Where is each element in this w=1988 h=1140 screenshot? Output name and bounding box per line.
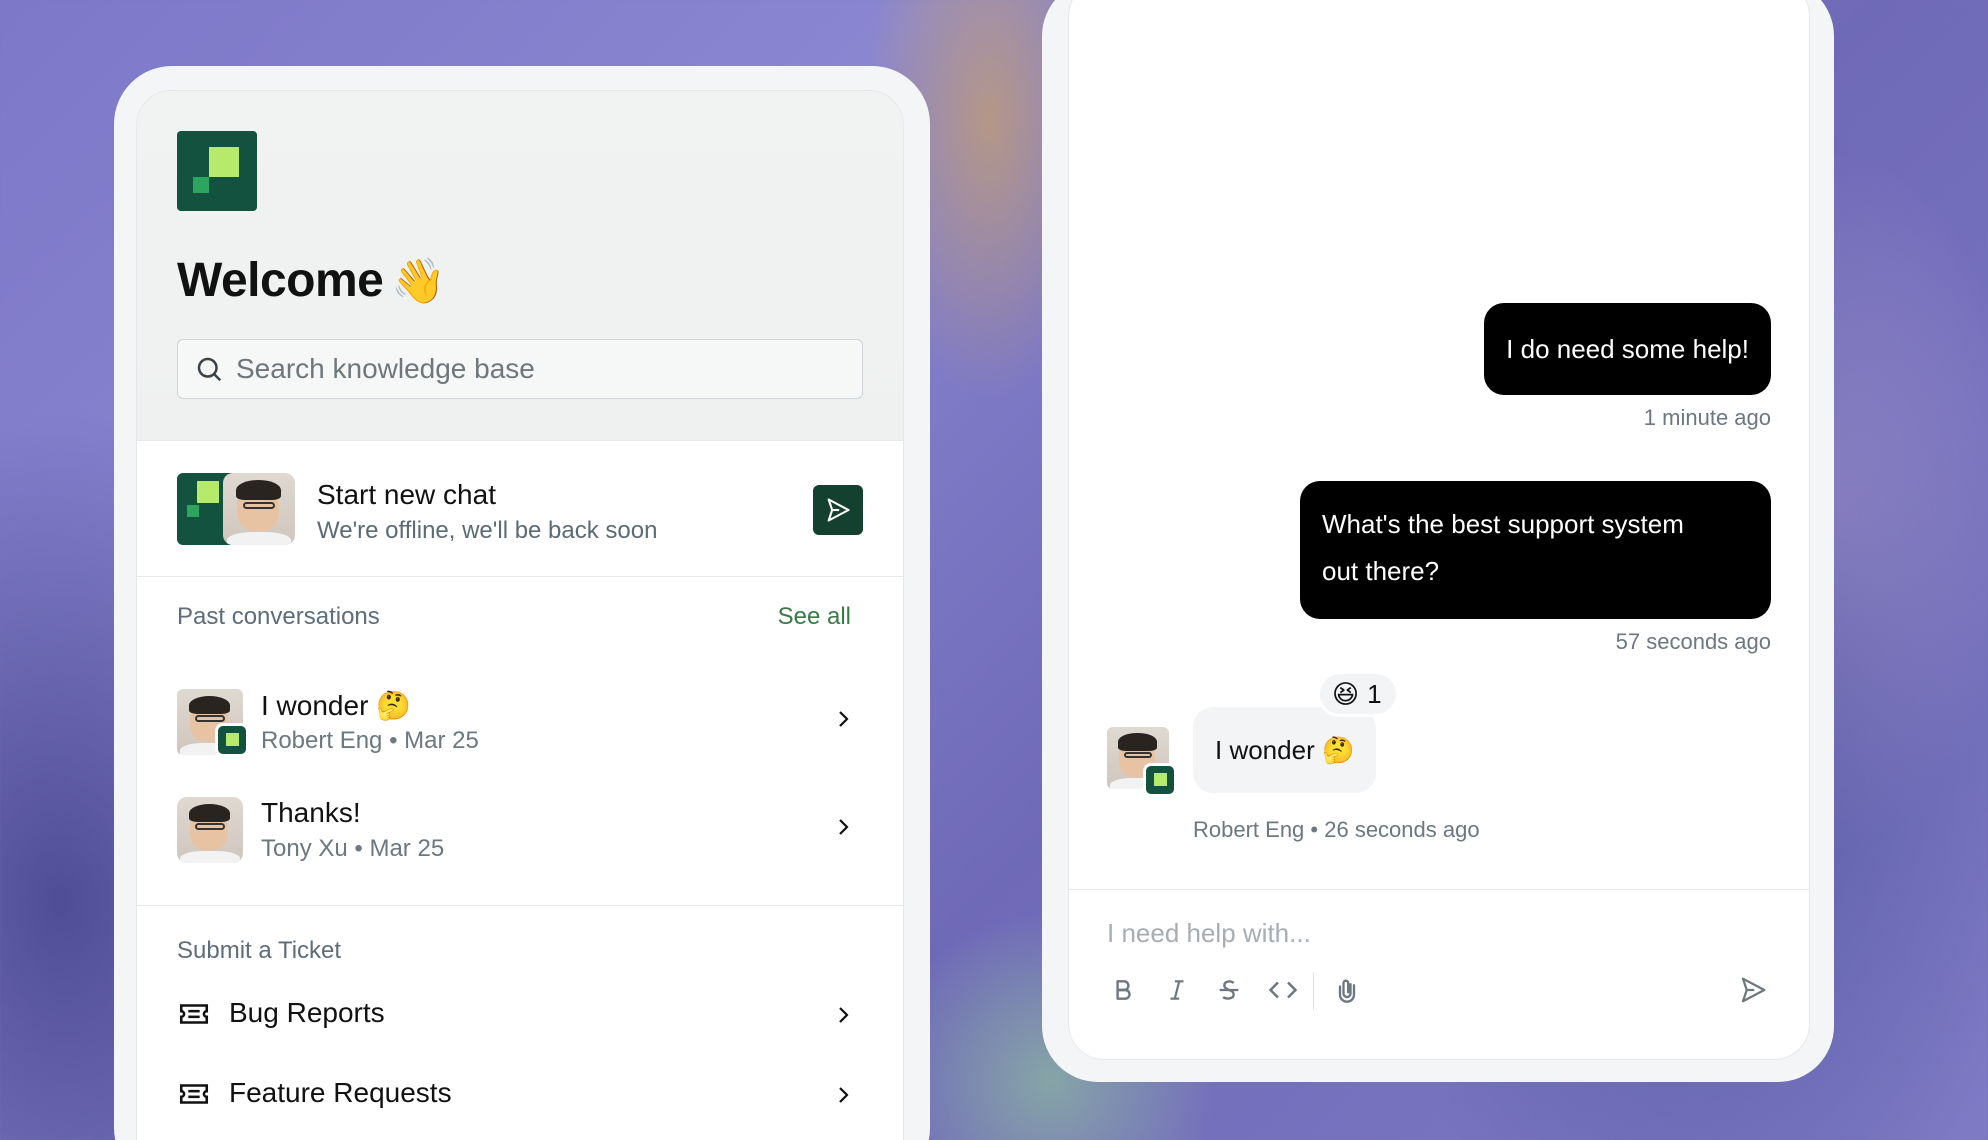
toolbar-separator [1313, 972, 1314, 1010]
ticket-bug-reports[interactable]: Bug Reports [177, 985, 863, 1045]
ticket-label: Feature Requests [229, 1077, 452, 1108]
conversation-title: Thanks! [261, 797, 361, 828]
italic-icon [1170, 980, 1184, 1000]
waving-hand-emoji: 👋 [391, 257, 446, 306]
send-icon [827, 498, 850, 522]
chat-conversation-widget: I do need some help! 1 minute ago What's… [1068, 0, 1810, 1060]
conversation-meta: Tony Xu • Mar 25 [261, 835, 445, 862]
conversation-item[interactable]: I wonder 🤔 Robert Eng • Mar 25 [137, 681, 903, 765]
message-timestamp: 57 seconds ago [1615, 629, 1771, 654]
italic-button[interactable] [1157, 970, 1197, 1010]
strikethrough-button[interactable] [1209, 970, 1249, 1010]
conversation-avatar [177, 797, 243, 863]
message-reaction[interactable]: 😆 1 [1317, 671, 1399, 717]
attach-button[interactable] [1327, 970, 1367, 1010]
thinking-emoji: 🤔 [376, 690, 412, 721]
ticket-icon [179, 1004, 209, 1024]
start-chat-button[interactable] [813, 485, 863, 535]
reaction-count: 1 [1367, 678, 1382, 709]
ticket-icon [179, 1084, 209, 1104]
chevron-right-icon [839, 819, 849, 835]
conversation-title: I wonder 🤔 [261, 690, 412, 721]
search-icon [197, 357, 222, 382]
brand-logo [177, 131, 257, 211]
strikethrough-icon [1219, 980, 1239, 1000]
see-all-link[interactable]: See all [778, 603, 851, 631]
chevron-right-icon [839, 1007, 849, 1023]
message-timestamp: 1 minute ago [1643, 405, 1771, 430]
section-divider [137, 905, 903, 906]
bold-button[interactable] [1103, 970, 1143, 1010]
attachment-icon [1338, 979, 1356, 1003]
start-new-chat-title: Start new chat [317, 479, 496, 510]
outgoing-message: I do need some help! [1484, 303, 1771, 395]
code-icon [1268, 981, 1298, 999]
message-composer [1069, 889, 1809, 1059]
thinking-emoji: 🤔 [1321, 734, 1355, 765]
code-button[interactable] [1263, 970, 1303, 1010]
offline-status-text: We're offline, we'll be back soon [317, 517, 658, 544]
laughing-emoji: 😆 [1332, 678, 1360, 709]
search-input[interactable] [236, 353, 836, 385]
incoming-message: I wonder 🤔 [1193, 707, 1377, 793]
ticket-feature-requests[interactable]: Feature Requests [177, 1065, 863, 1125]
send-message-button[interactable] [1733, 970, 1773, 1010]
past-conversations-label: Past conversations [177, 603, 380, 630]
bold-icon [1116, 980, 1131, 1000]
conversation-item[interactable]: Thanks! Tony Xu • Mar 25 [137, 789, 903, 873]
outgoing-message: What's the best support system out there… [1300, 481, 1771, 619]
brand-badge [215, 723, 249, 757]
conversation-meta: Robert Eng • Mar 25 [261, 727, 479, 754]
welcome-title: Welcome 👋 [177, 254, 446, 307]
submit-ticket-label: Submit a Ticket [177, 937, 342, 964]
send-icon [1741, 977, 1766, 1003]
message-meta: Robert Eng • 26 seconds ago [1193, 817, 1480, 842]
knowledge-base-search[interactable] [177, 339, 863, 399]
start-new-chat-row[interactable]: Start new chat We're offline, we'll be b… [137, 441, 903, 577]
chevron-right-icon [839, 1087, 849, 1103]
support-home-widget: Welcome👋 Start new chat We're offline, w… [136, 90, 904, 1140]
welcome-header: Welcome 👋 [137, 91, 903, 441]
agent-avatar [223, 473, 295, 545]
message-input[interactable] [1107, 918, 1747, 949]
ticket-label: Bug Reports [229, 997, 385, 1028]
chevron-right-icon [839, 711, 849, 727]
brand-badge [1143, 763, 1177, 797]
